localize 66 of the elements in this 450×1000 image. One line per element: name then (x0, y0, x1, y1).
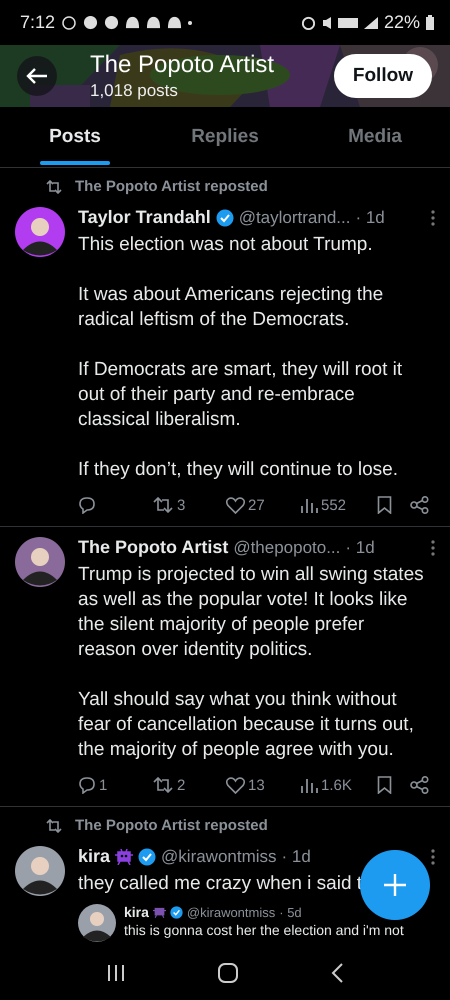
avatar-icon[interactable] (15, 537, 65, 587)
recent-apps-icon[interactable] (106, 962, 126, 982)
author-name[interactable]: kira (78, 846, 110, 867)
post-text: This election was not about Trump. (78, 233, 373, 257)
quoted-post-time: · 5d (279, 904, 302, 920)
bookmark-icon[interactable] (377, 496, 392, 514)
post-text: Trump is projected to win all swing states as well as the popular vote! It looks like the silent majority of people prefer reason over identity politics. (78, 563, 425, 662)
post-text: If they don’t, they will continue to lose. (78, 458, 398, 482)
post-count: 1,018 posts (90, 81, 179, 101)
battery-percent: 22% (384, 12, 420, 33)
more-options-icon[interactable] (431, 848, 435, 864)
repost-icon[interactable] (152, 497, 174, 513)
views-chart-icon[interactable] (300, 497, 318, 513)
post-time: · 1d (282, 846, 311, 866)
tab[interactable]: Replies (150, 107, 300, 167)
reply-count: 1 (99, 776, 108, 794)
profile-name: The Popoto Artist (90, 51, 274, 79)
dot-icon (188, 20, 192, 24)
share-icon[interactable] (410, 776, 429, 794)
post-text: It was about Americans rejecting the radical leftism of the Democrats. (78, 283, 384, 332)
avatar-icon[interactable] (15, 846, 65, 896)
view-count: 552 (321, 496, 346, 514)
more-options-icon[interactable] (431, 210, 435, 226)
post-text: Yall should say what you think without fear of cancellation because it turns out, the majority of people agree with you. (78, 688, 415, 762)
author-name[interactable]: The Popoto Artist (78, 537, 228, 558)
back-icon[interactable] (330, 962, 344, 984)
quoted-author-name: kira (124, 904, 149, 920)
author-handle[interactable]: @kirawontmiss (161, 846, 277, 866)
repost-icon[interactable] (152, 777, 174, 793)
post-time: · 1d (355, 208, 385, 228)
bookmark-icon[interactable] (377, 776, 392, 794)
author-handle[interactable]: @thepopoto... (233, 538, 340, 558)
quoted-post-text: this is gonna cost her the election and i'm not (124, 922, 404, 938)
home-icon[interactable] (216, 962, 239, 984)
repost-label: The Popoto Artist reposted (75, 817, 268, 834)
quoted-author-handle: @kirawontmiss (186, 904, 276, 920)
repost-icon (45, 818, 63, 832)
post-time: · 1d (345, 538, 375, 558)
mute-icon (322, 16, 332, 30)
reply-icon[interactable] (78, 496, 96, 514)
reply-icon[interactable] (78, 776, 96, 794)
author-handle[interactable]: @taylortrand... (238, 208, 350, 228)
repost-label: The Popoto Artist reposted (75, 178, 268, 195)
view-count: 1.6K (321, 776, 352, 794)
more-options-icon[interactable] (431, 540, 435, 556)
status-time: 7:12 (20, 12, 56, 33)
avatar-icon (78, 904, 116, 942)
avatar-icon[interactable] (15, 207, 65, 257)
repost-icon (45, 180, 63, 194)
tab[interactable]: Media (300, 107, 450, 167)
post-text: If Democrats are smart, they will root it out of their party and re-embrace classical liberalism. (78, 358, 404, 432)
plus-icon (383, 873, 407, 897)
heart-icon[interactable] (226, 496, 245, 514)
heart-icon[interactable] (226, 776, 245, 794)
views-chart-icon[interactable] (300, 777, 318, 793)
signal-icon (364, 16, 378, 29)
like-count: 27 (248, 496, 265, 514)
repost-count: 3 (177, 496, 186, 514)
battery-icon (426, 15, 434, 30)
author-name[interactable]: Taylor Trandahl (78, 207, 211, 228)
back-arrow-icon (26, 67, 48, 85)
share-icon[interactable] (410, 496, 429, 514)
follow-button[interactable]: Follow (334, 54, 432, 98)
repost-count: 2 (177, 776, 186, 794)
tab[interactable]: Posts (0, 107, 150, 167)
like-count: 13 (248, 776, 265, 794)
